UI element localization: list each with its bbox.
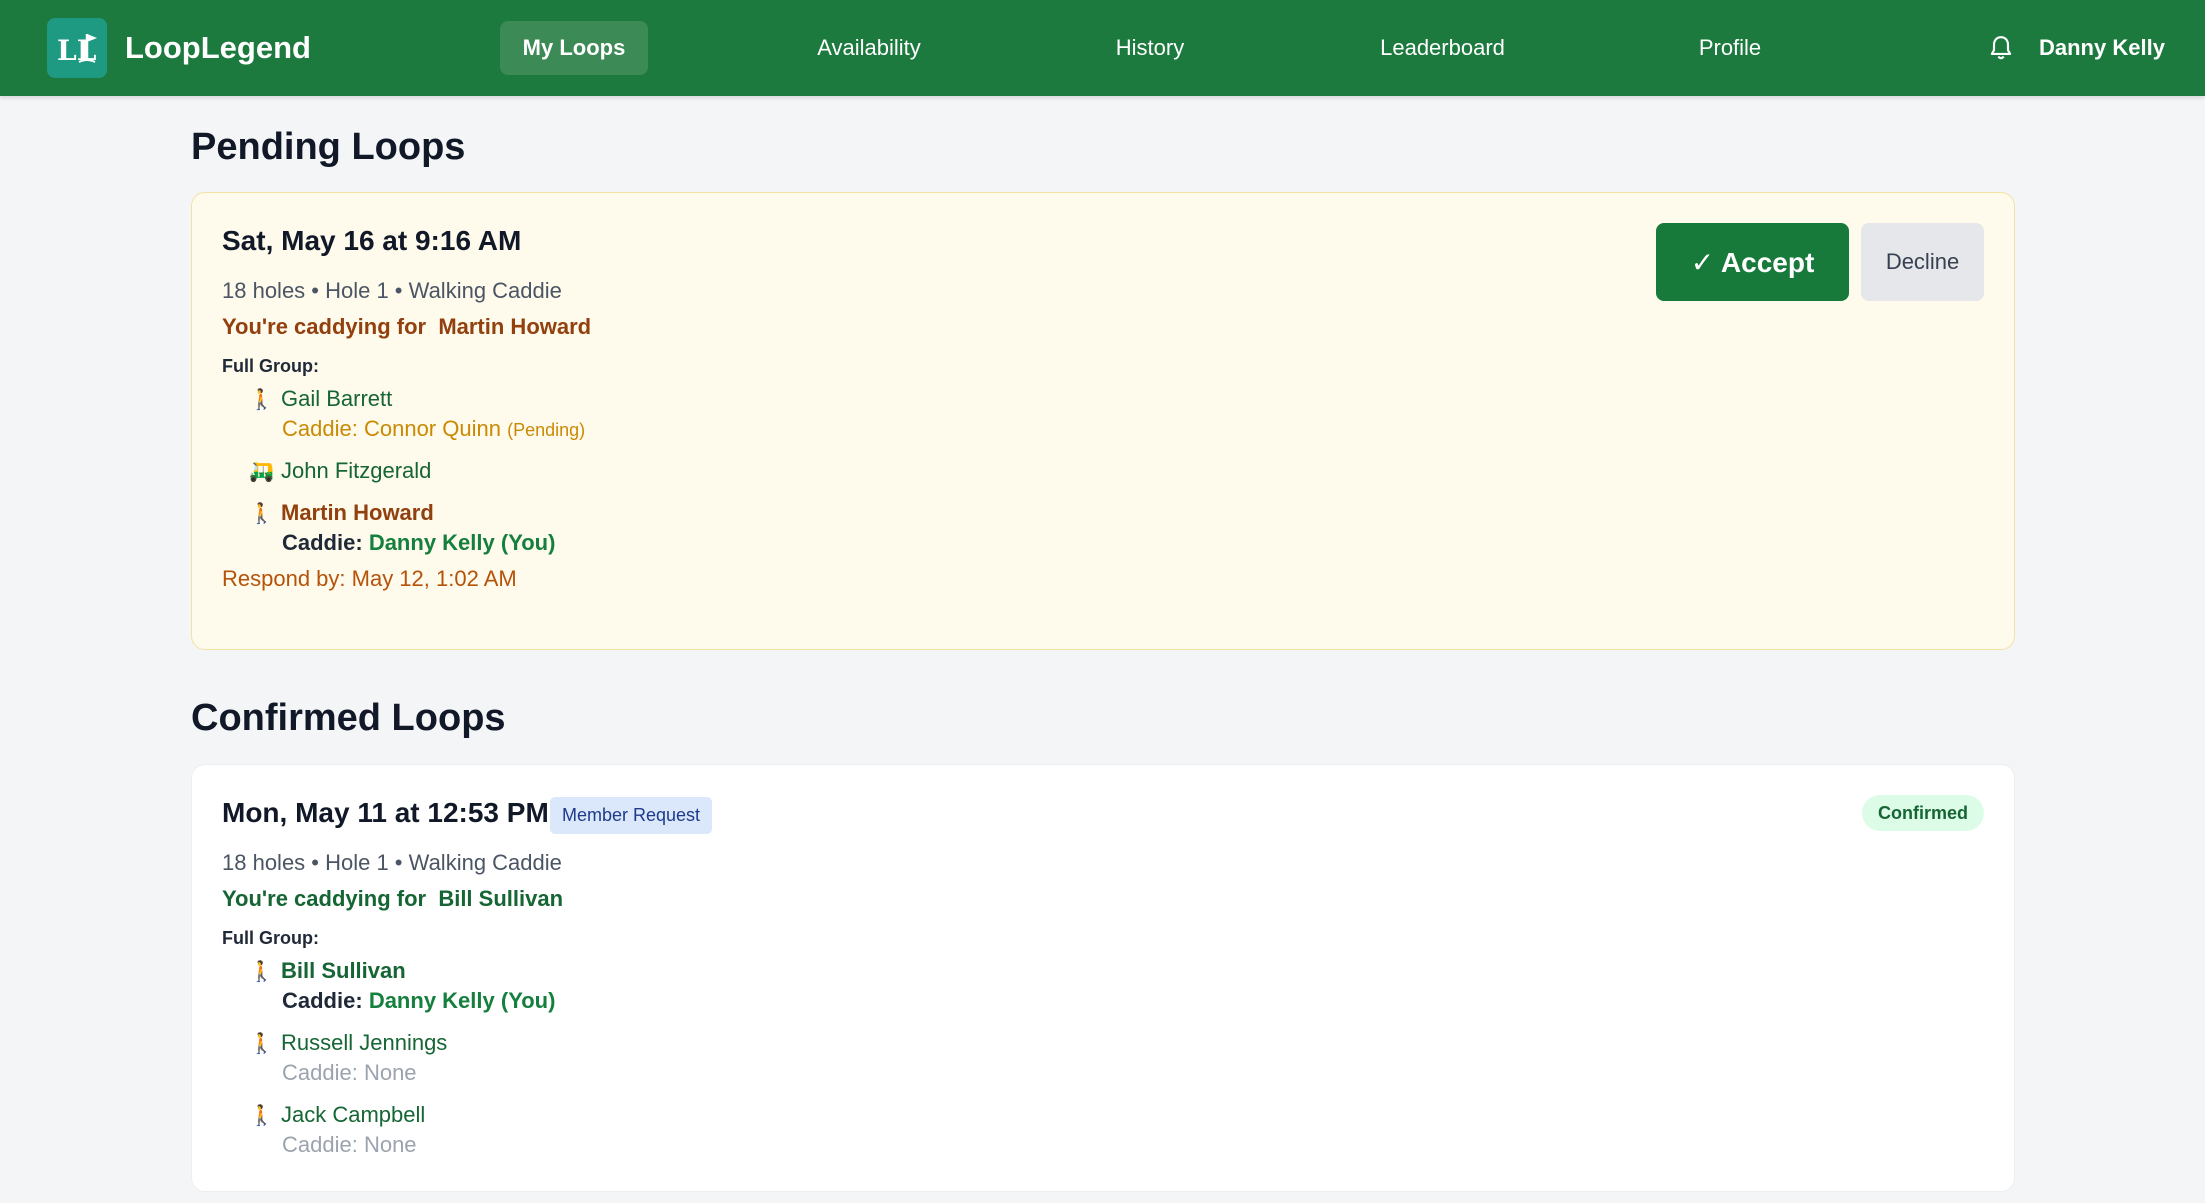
pending-section-title: Pending Loops: [191, 126, 466, 168]
caddying-for-name: Bill Sullivan: [438, 886, 564, 911]
pending-loop-meta: 18 holes • Hole 1 • Walking Caddie: [222, 278, 562, 303]
player-name: Bill Sullivan: [281, 958, 406, 983]
golf-cart-icon: 🛺: [249, 461, 274, 483]
confirmed-loop-date: Mon, May 11 at 12:53 PM: [222, 797, 549, 828]
user-menu[interactable]: Danny Kelly: [2039, 21, 2165, 75]
walking-icon: 🚶: [249, 961, 274, 983]
decline-button[interactable]: Decline: [1861, 223, 1984, 301]
caddying-for-name: Martin Howard: [438, 314, 592, 339]
bell-icon[interactable]: [1988, 34, 2014, 62]
caddie-name: Connor Quinn: [363, 416, 501, 441]
walking-icon: 🚶: [249, 1033, 274, 1055]
caddie-status-tag: (Pending): [507, 420, 586, 440]
player-caddie: Caddie: None: [282, 1132, 417, 1157]
accept-button[interactable]: ✓ Accept: [1656, 223, 1849, 301]
confirmed-group-label: Full Group:: [222, 928, 319, 948]
brand-logo: LL: [47, 18, 107, 78]
status-badge: Confirmed: [1862, 795, 1984, 831]
caddie-prefix: Caddie:: [282, 416, 358, 441]
walking-icon: 🚶: [249, 1105, 274, 1127]
confirmed-loop-meta: 18 holes • Hole 1 • Walking Caddie: [222, 850, 562, 875]
caddie-name: Danny Kelly: [368, 530, 495, 555]
player-name: Russell Jennings: [281, 1030, 448, 1055]
player-caddie: Caddie: None: [282, 1060, 417, 1085]
player-caddie: Caddie: Danny Kelly (You): [282, 530, 555, 556]
pending-loop-date: Sat, May 16 at 9:16 AM: [222, 225, 522, 256]
player-name: Martin Howard: [281, 500, 434, 525]
brand-name: LoopLegend: [125, 30, 311, 65]
nav-leaderboard[interactable]: Leaderboard: [1365, 21, 1520, 75]
confirmed-caddying-for: You're caddying for Bill Sullivan: [222, 886, 563, 912]
player-caddie: Caddie: Danny Kelly (You): [282, 988, 555, 1014]
brand[interactable]: LL LoopLegend: [47, 18, 311, 78]
caddie-you-tag: (You): [500, 530, 556, 555]
member-request-badge: Member Request: [550, 797, 713, 834]
nav-history[interactable]: History: [1100, 21, 1200, 75]
caddie-name: Danny Kelly: [368, 988, 495, 1013]
caddying-for-prefix: You're caddying for: [222, 886, 427, 911]
caddying-for-prefix: You're caddying for: [222, 314, 427, 339]
pending-caddying-for: You're caddying for Martin Howard: [222, 314, 591, 340]
player-name: Jack Campbell: [281, 1102, 426, 1127]
player-name: John Fitzgerald: [281, 458, 432, 483]
nav-my-loops[interactable]: My Loops: [500, 21, 648, 75]
player-caddie: Caddie: Connor Quinn (Pending): [282, 416, 585, 442]
respond-by: Respond by: May 12, 1:02 AM: [222, 566, 517, 591]
walking-icon: 🚶: [249, 389, 274, 411]
nav-availability[interactable]: Availability: [800, 21, 938, 75]
walking-icon: 🚶: [249, 503, 274, 525]
caddie-prefix: Caddie:: [282, 988, 363, 1013]
caddie-prefix: Caddie:: [282, 530, 363, 555]
caddie-you-tag: (You): [500, 988, 556, 1013]
top-nav: LL LoopLegend My Loops Availability Hist…: [0, 0, 2205, 96]
player-name: Gail Barrett: [281, 386, 393, 411]
nav-profile[interactable]: Profile: [1690, 21, 1770, 75]
logo-flag-icon: LL: [57, 34, 97, 67]
pending-group-label: Full Group:: [222, 356, 319, 376]
confirmed-section-title: Confirmed Loops: [191, 697, 506, 739]
